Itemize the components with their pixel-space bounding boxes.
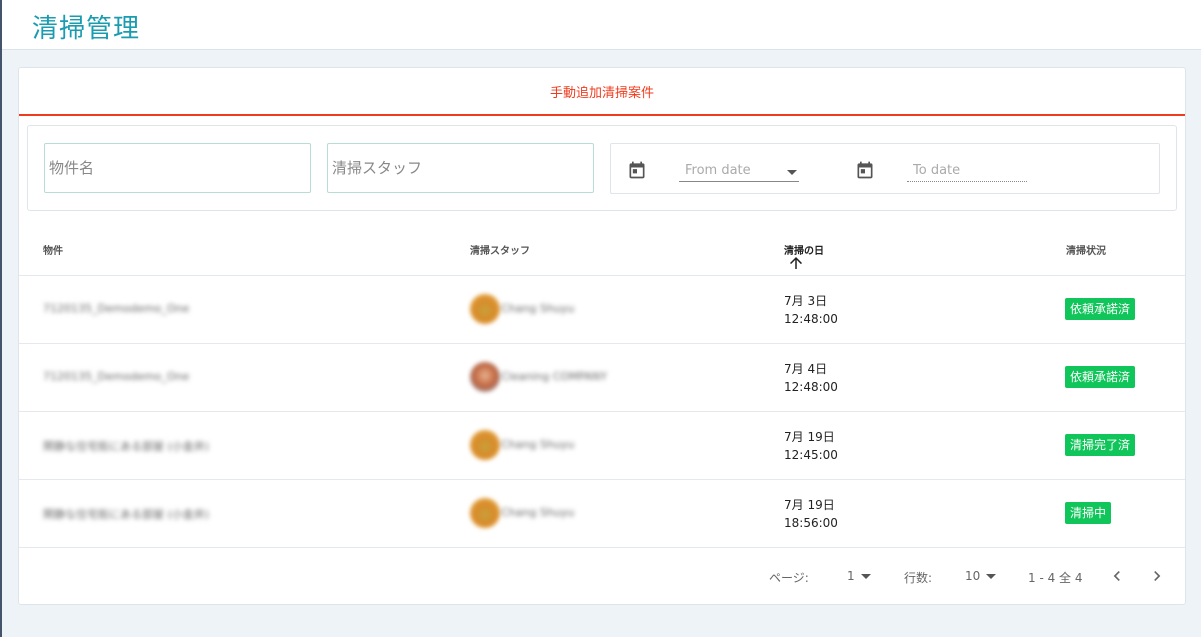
status-badge: 清掃完了済 [1065,434,1136,456]
staff-name: Chang Shuyu [501,438,575,451]
chevron-down-icon [986,574,997,579]
cleaning-date: 7月 3日 [784,294,828,308]
cleaning-staff-input[interactable] [327,143,594,193]
pagination-range: 1 - 4 全 4 [1028,571,1083,585]
table-row[interactable]: 7120135_Demodemo_One Chang Shuyu 7月 3日 1… [19,275,1185,343]
page-value: 1 [847,569,855,583]
property-cell: 7120135_Demodemo_One [43,370,190,383]
date-range-filter [610,143,1160,194]
status-badge: 依頼承諾済 [1065,366,1136,388]
avatar [470,362,500,392]
avatar [470,430,500,460]
property-cell: 閑静な住宅街にある部屋 (小金井) [43,440,210,453]
status-badge: 清掃中 [1065,502,1112,524]
table-row[interactable]: 7120135_Demodemo_One Cleaning COMPANY 7月… [19,343,1185,411]
column-header-status[interactable]: 清掃状況 [1066,242,1106,257]
page-select[interactable]: 1 [847,569,871,583]
page-label: ページ: [769,571,809,585]
tab-bar: 手動追加清掃案件 [19,68,1185,116]
cleaning-date: 7月 4日 [784,362,828,376]
to-date-input[interactable] [907,160,1027,182]
cleaning-card: 手動追加清掃案件 物件 清掃スタッフ 清掃の日 清掃状況 7120135_Dem… [18,67,1186,605]
property-cell: 7120135_Demodemo_One [43,302,190,315]
rows-per-page-select[interactable]: 10 [965,569,997,583]
cleaning-time: 12:48:00 [784,312,838,326]
app-header: 清掃管理 [2,0,1201,50]
column-header-property[interactable]: 物件 [43,242,63,257]
staff-name: Cleaning COMPANY [501,370,607,383]
rows-per-page-value: 10 [965,569,981,583]
from-date-input[interactable] [679,160,799,182]
cleaning-date: 7月 19日 [784,430,835,444]
status-badge: 依頼承諾済 [1065,298,1136,320]
staff-name: Chang Shuyu [501,302,575,315]
chevron-right-icon[interactable] [1147,566,1167,586]
filter-panel [27,125,1177,211]
page-title: 清掃管理 [32,14,141,44]
column-header-staff[interactable]: 清掃スタッフ [470,242,530,257]
property-cell: 閑静な住宅街にある部屋 (小金井) [43,508,210,521]
table-divider [19,547,1185,548]
chevron-down-icon[interactable] [787,170,797,175]
avatar [470,294,500,324]
staff-name: Chang Shuyu [501,506,575,519]
calendar-icon[interactable] [855,160,875,180]
avatar [470,498,500,528]
cleaning-time: 18:56:00 [784,516,838,530]
arrow-up-icon[interactable] [787,254,805,272]
cleaning-date: 7月 19日 [784,498,835,512]
calendar-icon[interactable] [627,160,647,180]
cleaning-time: 12:45:00 [784,448,838,462]
tab-manual-cleaning[interactable]: 手動追加清掃案件 [19,68,1185,116]
cleaning-time: 12:48:00 [784,380,838,394]
rows-per-page-label: 行数: [904,571,933,585]
property-name-input[interactable] [44,143,311,193]
table-row[interactable]: 閑静な住宅街にある部屋 (小金井) Chang Shuyu 7月 19日 12:… [19,411,1185,479]
chevron-left-icon[interactable] [1107,566,1127,586]
table-row[interactable]: 閑静な住宅街にある部屋 (小金井) Chang Shuyu 7月 19日 18:… [19,479,1185,547]
chevron-down-icon [860,574,871,579]
left-edge-bar [0,0,2,637]
